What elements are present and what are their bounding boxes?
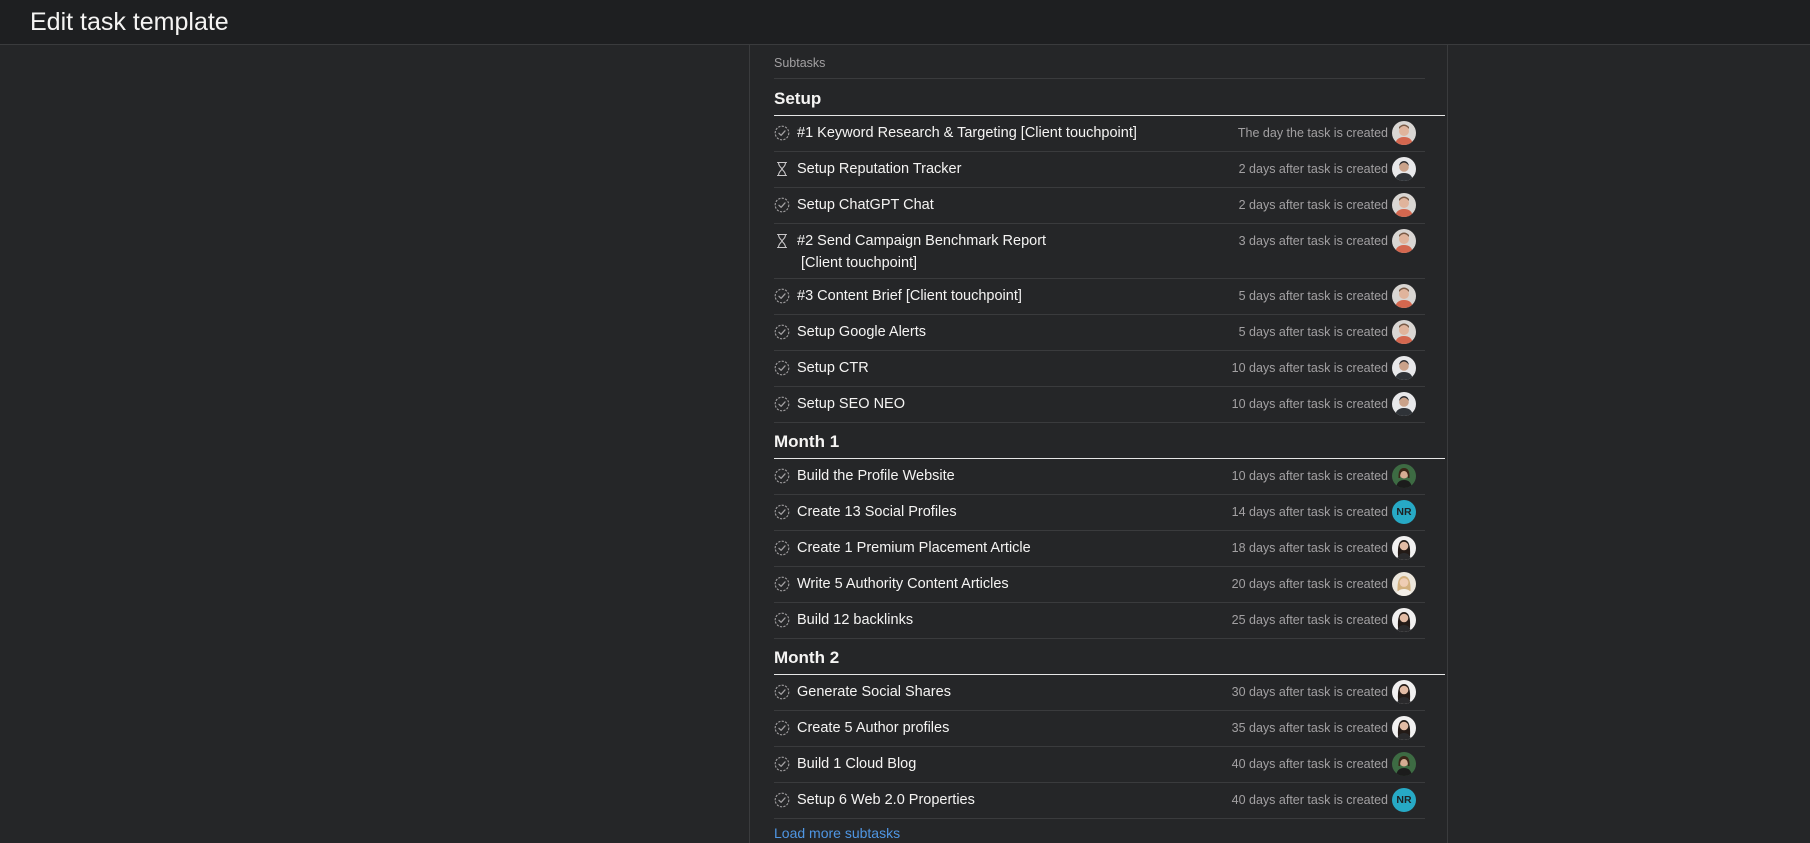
subtasks-label: Subtasks [774, 56, 826, 70]
due-date-label[interactable]: 30 days after task is created [1232, 685, 1388, 699]
due-date-label[interactable]: 5 days after task is created [1239, 325, 1388, 339]
check-circle-icon[interactable] [774, 684, 790, 700]
due-date-label[interactable]: The day the task is created [1238, 126, 1388, 140]
check-circle-icon[interactable] [774, 792, 790, 808]
assignee-avatar[interactable] [1392, 356, 1416, 380]
assignee-avatar[interactable] [1392, 284, 1416, 308]
assignee-avatar[interactable] [1392, 157, 1416, 181]
subtask-row[interactable]: Create 13 Social Profiles 14 days after t… [774, 495, 1425, 531]
subtask-name[interactable]: Generate Social Shares [797, 681, 1177, 703]
due-date-label[interactable]: 5 days after task is created [1239, 289, 1388, 303]
assignee-avatar[interactable] [1392, 121, 1416, 145]
check-circle-icon[interactable] [774, 504, 790, 520]
assignee-avatar[interactable] [1392, 680, 1416, 704]
assignee-avatar[interactable]: NR [1392, 500, 1416, 524]
divider [774, 78, 1425, 79]
subtask-name[interactable]: Create 5 Author profiles [797, 717, 1177, 739]
assignee-avatar[interactable] [1392, 392, 1416, 416]
section-title: Month 2 [774, 648, 840, 667]
subtask-name[interactable]: Create 13 Social Profiles [797, 501, 1177, 523]
due-date-label[interactable]: 10 days after task is created [1232, 361, 1388, 375]
subtask-row[interactable]: Setup Reputation Tracker 2 days after tas… [774, 152, 1425, 188]
load-more-subtasks-link[interactable]: Load more subtasks [774, 825, 900, 841]
subtask-row[interactable]: Setup 6 Web 2.0 Properties 40 days after … [774, 783, 1425, 819]
section-header[interactable]: Month 1 [774, 423, 1445, 459]
subtask-row[interactable]: #2 Send Campaign Benchmark Report [Client… [774, 224, 1425, 279]
subtasks-panel: Subtasks Setup #1 Keyword Research & Targ… [749, 45, 1448, 843]
due-date-label[interactable]: 35 days after task is created [1232, 721, 1388, 735]
assignee-avatar[interactable] [1392, 752, 1416, 776]
subtask-row[interactable]: Create 5 Author profiles 35 days after ta… [774, 711, 1425, 747]
due-date-label[interactable]: 10 days after task is created [1232, 469, 1388, 483]
subtask-list: Setup #1 Keyword Research & Targeting [Cl… [774, 80, 1445, 843]
check-circle-icon[interactable] [774, 197, 790, 213]
subtask-name[interactable]: Setup Google Alerts [797, 321, 1177, 343]
hourglass-icon[interactable] [774, 233, 790, 249]
subtask-name[interactable]: Setup 6 Web 2.0 Properties [797, 789, 1177, 811]
check-circle-icon[interactable] [774, 324, 790, 340]
subtask-name[interactable]: #2 Send Campaign Benchmark Report [Client… [797, 230, 1177, 274]
assignee-avatar[interactable] [1392, 229, 1416, 253]
check-circle-icon[interactable] [774, 125, 790, 141]
subtask-name[interactable]: Build 12 backlinks [797, 609, 1177, 631]
subtask-row[interactable]: Create 1 Premium Placement Article 18 day… [774, 531, 1425, 567]
check-circle-icon[interactable] [774, 612, 790, 628]
check-circle-icon[interactable] [774, 540, 790, 556]
check-circle-icon[interactable] [774, 756, 790, 772]
section-header[interactable]: Month 2 [774, 639, 1445, 675]
subtask-name[interactable]: #1 Keyword Research & Targeting [Client … [797, 122, 1177, 144]
due-date-label[interactable]: 2 days after task is created [1239, 198, 1388, 212]
subtask-row[interactable]: Setup SEO NEO 10 days after task is creat… [774, 387, 1425, 423]
assignee-avatar[interactable]: NR [1392, 788, 1416, 812]
subtask-row[interactable]: Build 12 backlinks 25 days after task is … [774, 603, 1425, 639]
subtask-name[interactable]: Setup CTR [797, 357, 1177, 379]
subtask-name[interactable]: Create 1 Premium Placement Article [797, 537, 1177, 559]
subtask-name[interactable]: Build the Profile Website [797, 465, 1177, 487]
assignee-avatar[interactable] [1392, 193, 1416, 217]
subtask-row[interactable]: Write 5 Authority Content Articles 20 day… [774, 567, 1425, 603]
hourglass-icon[interactable] [774, 161, 790, 177]
subtask-name[interactable]: Setup ChatGPT Chat [797, 194, 1177, 216]
subtask-name[interactable]: Write 5 Authority Content Articles [797, 573, 1177, 595]
due-date-label[interactable]: 18 days after task is created [1232, 541, 1388, 555]
assignee-avatar[interactable] [1392, 320, 1416, 344]
assignee-avatar[interactable] [1392, 464, 1416, 488]
check-circle-icon[interactable] [774, 288, 790, 304]
due-date-label[interactable]: 10 days after task is created [1232, 397, 1388, 411]
check-circle-icon[interactable] [774, 576, 790, 592]
subtask-name[interactable]: Setup Reputation Tracker [797, 158, 1177, 180]
due-date-label[interactable]: 3 days after task is created [1239, 234, 1388, 248]
section-header[interactable]: Setup [774, 80, 1445, 116]
subtask-row[interactable]: #1 Keyword Research & Targeting [Client … [774, 116, 1425, 152]
assignee-avatar[interactable] [1392, 572, 1416, 596]
assignee-avatar[interactable] [1392, 716, 1416, 740]
assignee-avatar[interactable] [1392, 536, 1416, 560]
subtask-row[interactable]: Build the Profile Website 10 days after t… [774, 459, 1425, 495]
check-circle-icon[interactable] [774, 396, 790, 412]
subtask-row[interactable]: #3 Content Brief [Client touchpoint] 5 da… [774, 279, 1425, 315]
subtask-row[interactable]: Generate Social Shares 30 days after task… [774, 675, 1425, 711]
subtask-row[interactable]: Setup Google Alerts 5 days after task is … [774, 315, 1425, 351]
due-date-label[interactable]: 40 days after task is created [1232, 793, 1388, 807]
subtask-name[interactable]: Build 1 Cloud Blog [797, 753, 1177, 775]
check-circle-icon[interactable] [774, 468, 790, 484]
due-date-label[interactable]: 14 days after task is created [1232, 505, 1388, 519]
page-title: Edit task template [30, 8, 229, 36]
page-header: Edit task template [0, 0, 1810, 45]
subtask-row[interactable]: Build 1 Cloud Blog 40 days after task is … [774, 747, 1425, 783]
due-date-label[interactable]: 40 days after task is created [1232, 757, 1388, 771]
assignee-avatar[interactable] [1392, 608, 1416, 632]
due-date-label[interactable]: 2 days after task is created [1239, 162, 1388, 176]
subtask-name[interactable]: #3 Content Brief [Client touchpoint] [797, 285, 1177, 307]
subtask-row[interactable]: Setup CTR 10 days after task is created [774, 351, 1425, 387]
due-date-label[interactable]: 20 days after task is created [1232, 577, 1388, 591]
due-date-label[interactable]: 25 days after task is created [1232, 613, 1388, 627]
section-title: Month 1 [774, 432, 840, 451]
subtask-name[interactable]: Setup SEO NEO [797, 393, 1177, 415]
check-circle-icon[interactable] [774, 720, 790, 736]
section-title: Setup [774, 89, 822, 108]
check-circle-icon[interactable] [774, 360, 790, 376]
subtask-row[interactable]: Setup ChatGPT Chat 2 days after task is c… [774, 188, 1425, 224]
